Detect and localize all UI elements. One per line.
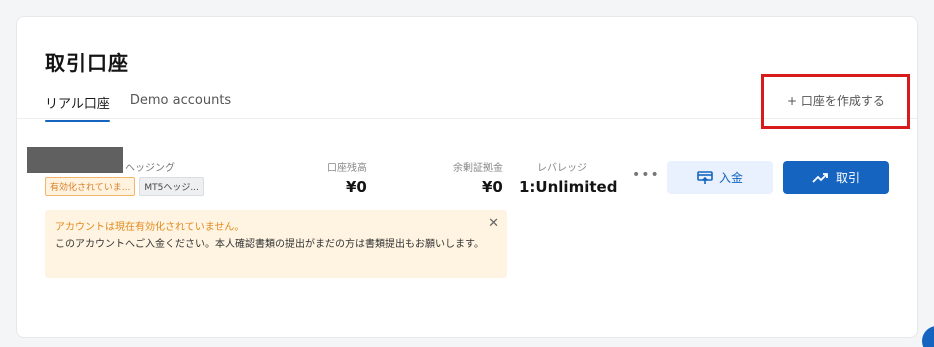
leverage-label: レバレッジ [537,163,587,174]
redacted-account-number [27,147,123,173]
free-margin-label: 余剰証拠金 [453,163,503,174]
trend-up-icon [812,172,828,183]
inactive-account-alert: アカウントは現在有効化されていません。 このアカウントへご入金ください。本人確認… [45,210,507,278]
platform-badge: MT5ヘッジ... [139,177,204,196]
trade-button[interactable]: 取引 [783,161,889,194]
account-type-label: ヘッジング [125,163,175,174]
accounts-card: 取引口座 リアル口座 Demo accounts + 口座を作成する ヘッジング… [16,16,918,338]
alert-title: アカウントは現在有効化されていません。 [55,222,245,233]
status-badge: 有効化されていま... [45,177,136,196]
deposit-button[interactable]: 入金 [667,161,773,194]
close-icon[interactable]: ✕ [488,216,499,231]
balance-value: ¥0 [346,178,367,196]
leverage-value: 1:Unlimited [519,178,618,196]
account-badges: 有効化されていま... MT5ヘッジ... [45,177,204,196]
balance-label: 口座残高 [327,163,367,174]
free-margin-value: ¥0 [482,178,503,196]
trade-label: 取引 [835,171,860,185]
highlight-annotation [761,74,910,129]
alert-body: このアカウントへご入金ください。本人確認書類の提出がまだの方は書類提出もお願いし… [55,239,484,250]
more-options-icon[interactable]: ••• [632,167,660,183]
support-chat-button[interactable] [922,326,934,347]
deposit-label: 入金 [718,171,743,185]
page-title: 取引口座 [45,51,129,75]
deposit-icon [697,170,713,184]
